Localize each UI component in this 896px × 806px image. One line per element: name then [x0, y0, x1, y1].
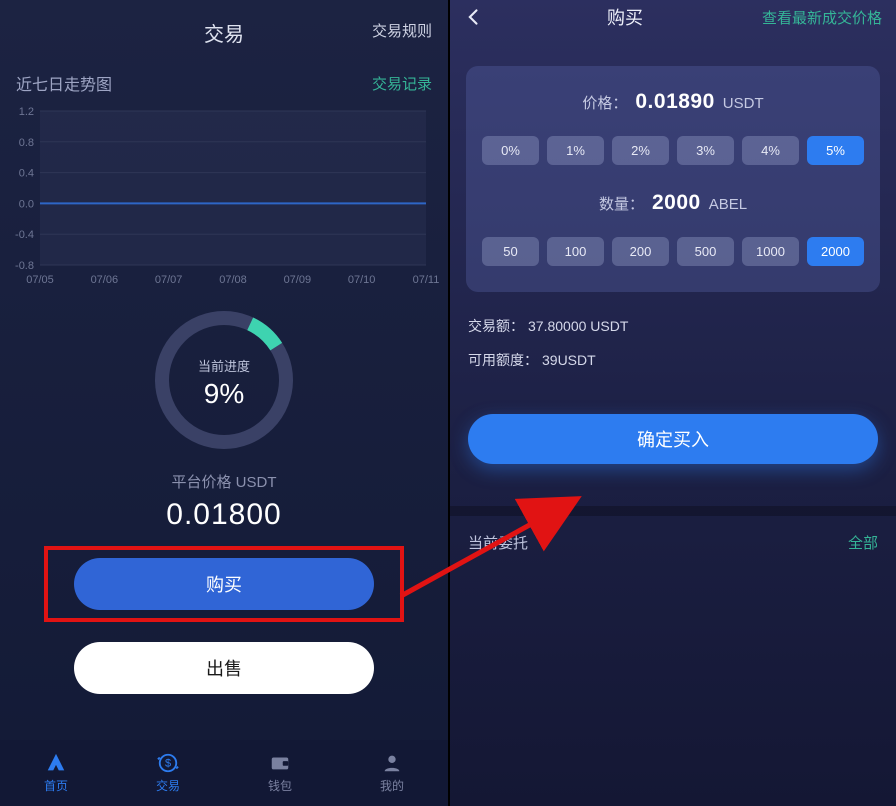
qty-label: 数量：	[599, 193, 644, 214]
qty-chip-1000[interactable]: 1000	[742, 237, 799, 266]
view-latest-price-link[interactable]: 查看最新成交价格	[762, 7, 882, 28]
svg-text:0.4: 0.4	[19, 168, 34, 180]
platform-price-value: 0.01800	[0, 498, 448, 532]
trend-chart: -0.8 -0.4 0.0 0.4 0.8 1.2 07/05 07/06 07/07 07/08…	[0, 105, 448, 287]
trade-icon: $	[157, 752, 179, 774]
trend-label: 近七日走势图	[16, 71, 112, 95]
price-label: 价格：	[582, 92, 627, 113]
available-balance: 可用额度：39USDT	[468, 350, 878, 370]
svg-text:$: $	[165, 758, 171, 770]
home-icon	[45, 752, 67, 774]
back-button[interactable]	[464, 5, 488, 29]
percent-chip-3pct[interactable]: 3%	[677, 136, 734, 165]
wallet-icon	[269, 752, 291, 774]
qty-unit: ABEL	[709, 196, 747, 213]
all-orders-link[interactable]: 全部	[848, 532, 878, 553]
qty-chip-2000[interactable]: 2000	[807, 237, 864, 266]
confirm-buy-button[interactable]: 确定买入	[468, 414, 878, 464]
person-icon	[381, 752, 403, 774]
price-value: 0.01890	[635, 90, 714, 114]
svg-text:07/07: 07/07	[155, 274, 183, 286]
qty-chip-100[interactable]: 100	[547, 237, 604, 266]
sell-button[interactable]: 出售	[74, 642, 374, 694]
qty-chip-500[interactable]: 500	[677, 237, 734, 266]
divider	[450, 506, 896, 516]
buy-button-highlight: 购买	[44, 546, 404, 622]
svg-text:07/10: 07/10	[348, 274, 376, 286]
svg-text:07/08: 07/08	[219, 274, 247, 286]
progress-ring: 当前进度 9%	[0, 305, 448, 455]
trade-records-link[interactable]: 交易记录	[372, 73, 432, 94]
price-unit: USDT	[723, 95, 764, 112]
nav-trade-label: 交易	[156, 777, 180, 794]
bottom-nav: 首页 $ 交易 钱包 我的	[0, 740, 448, 806]
buy-button[interactable]: 购买	[74, 558, 374, 610]
svg-text:0.0: 0.0	[19, 198, 34, 210]
trade-amount: 交易额：37.80000 USDT	[468, 316, 878, 336]
trade-rules-link[interactable]: 交易规则	[372, 20, 432, 41]
svg-text:-0.4: -0.4	[15, 229, 34, 241]
page-title: 购买	[607, 4, 643, 30]
platform-price-label: 平台价格 USDT	[0, 471, 448, 492]
percent-chip-4pct[interactable]: 4%	[742, 136, 799, 165]
percent-chip-5pct[interactable]: 5%	[807, 136, 864, 165]
svg-text:07/11: 07/11	[413, 274, 440, 286]
svg-text:0.8: 0.8	[19, 137, 34, 149]
percent-chip-1pct[interactable]: 1%	[547, 136, 604, 165]
order-card: 价格： 0.01890 USDT 0% 1% 2% 3% 4% 5% 数量： 2000 A…	[466, 66, 880, 292]
nav-me-label: 我的	[380, 777, 404, 794]
svg-text:-0.8: -0.8	[15, 260, 34, 272]
svg-text:07/06: 07/06	[91, 274, 119, 286]
nav-home[interactable]: 首页	[0, 740, 112, 806]
nav-trade[interactable]: $ 交易	[112, 740, 224, 806]
svg-text:1.2: 1.2	[19, 106, 34, 118]
percent-chip-0pct[interactable]: 0%	[482, 136, 539, 165]
nav-home-label: 首页	[44, 777, 68, 794]
qty-chip-200[interactable]: 200	[612, 237, 669, 266]
qty-chip-50[interactable]: 50	[482, 237, 539, 266]
svg-text:当前进度: 当前进度	[198, 359, 250, 374]
nav-wallet[interactable]: 钱包	[224, 740, 336, 806]
current-orders-label: 当前委托	[468, 532, 528, 553]
percent-chip-2pct[interactable]: 2%	[612, 136, 669, 165]
nav-wallet-label: 钱包	[268, 777, 292, 794]
svg-text:07/09: 07/09	[284, 274, 312, 286]
svg-text:9%: 9%	[204, 378, 244, 409]
page-title: 交易	[204, 18, 244, 47]
nav-me[interactable]: 我的	[336, 740, 448, 806]
qty-value: 2000	[652, 191, 701, 215]
svg-text:07/05: 07/05	[26, 274, 54, 286]
